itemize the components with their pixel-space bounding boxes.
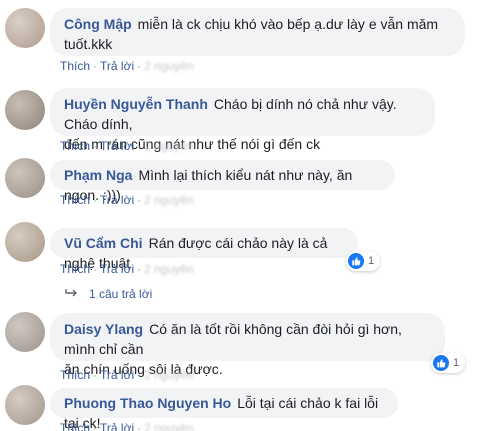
comment-bubble: Phạm Nga Mình lại thích kiểu nát như này,… <box>50 160 395 203</box>
reply-link[interactable]: Trả lời <box>100 139 134 153</box>
reply-link[interactable]: Trả lời <box>100 59 134 73</box>
comment-bubble: Phuong Thao Nguyen Ho Lỗi tại cái chảo k … <box>50 388 398 431</box>
comment-bubble: Vũ Cẩm Chi Rán được cái chảo này là cả ng… <box>50 228 358 271</box>
like-link[interactable]: Thích <box>60 421 90 431</box>
comment-actions: Thích · Trả lời · 2 nguyên <box>60 59 194 73</box>
like-link[interactable]: Thích <box>60 262 90 276</box>
comment-author[interactable]: Phuong Thao Nguyen Ho <box>64 395 231 411</box>
comment-bubble: Công Mập miễn là ck chịu khó vào bếp ạ.dư… <box>50 8 465 56</box>
comment-actions: Thích · Trả lời · 2 nguyên <box>60 368 194 382</box>
view-replies-link[interactable]: 1 câu trả lời <box>65 287 152 301</box>
comment-author[interactable]: Vũ Cẩm Chi <box>64 235 143 251</box>
reaction-count: 1 <box>453 357 460 369</box>
timestamp[interactable]: 2 nguyên <box>144 193 193 207</box>
timestamp[interactable]: 2 nguyên <box>144 59 193 73</box>
like-link[interactable]: Thích <box>60 139 90 153</box>
comment-actions: Thích · Trả lời · 2 nguyên <box>60 139 194 153</box>
comment-bubble: Daisy Ylang Có ăn là tốt rồi không cần đò… <box>50 313 445 377</box>
timestamp[interactable]: 2 nguyên <box>144 368 193 382</box>
timestamp[interactable]: 2 nguyên <box>144 421 193 431</box>
reaction-count: 1 <box>368 255 375 267</box>
avatar[interactable] <box>5 158 45 198</box>
reply-link[interactable]: Trả lời <box>100 368 134 382</box>
avatar[interactable] <box>5 90 45 130</box>
reply-link[interactable]: Trả lời <box>100 421 134 431</box>
comment-text: miễn là ck chịu khó vào bếp ạ.dư lày e v… <box>137 16 439 32</box>
avatar[interactable] <box>5 222 45 262</box>
comment-actions: Thích · Trả lời · 2 nguyên <box>60 420 194 431</box>
comment-actions: Thích · Trả lời · 2 nguyên <box>60 262 194 276</box>
like-icon <box>433 355 449 371</box>
replies-count[interactable]: 1 câu trả lời <box>89 287 152 301</box>
reply-link[interactable]: Trả lời <box>100 193 134 207</box>
timestamp[interactable]: 2 nguyên <box>144 139 193 153</box>
reply-link[interactable]: Trả lời <box>100 262 134 276</box>
reply-arrow-icon <box>65 287 79 301</box>
avatar[interactable] <box>5 385 45 425</box>
like-icon <box>348 253 364 269</box>
like-link[interactable]: Thích <box>60 368 90 382</box>
avatar[interactable] <box>5 8 45 48</box>
like-link[interactable]: Thích <box>60 193 90 207</box>
comment-author[interactable]: Daisy Ylang <box>64 321 143 337</box>
comment-author[interactable]: Huyền Nguyễn Thanh <box>64 96 208 112</box>
comment-author[interactable]: Phạm Nga <box>64 167 132 183</box>
comment-actions: Thích · Trả lời · 2 nguyên <box>60 193 194 207</box>
reaction-summary[interactable]: 1 <box>346 251 381 271</box>
like-link[interactable]: Thích <box>60 59 90 73</box>
timestamp[interactable]: 2 nguyên <box>144 262 193 276</box>
reaction-summary[interactable]: 1 <box>431 353 466 373</box>
comment-author[interactable]: Công Mập <box>64 16 132 32</box>
comment-bubble: Huyền Nguyễn Thanh Cháo bị dính nó chả nh… <box>50 88 435 152</box>
avatar[interactable] <box>5 312 45 352</box>
comment-text-line2: tuốt.kkk <box>64 36 113 52</box>
